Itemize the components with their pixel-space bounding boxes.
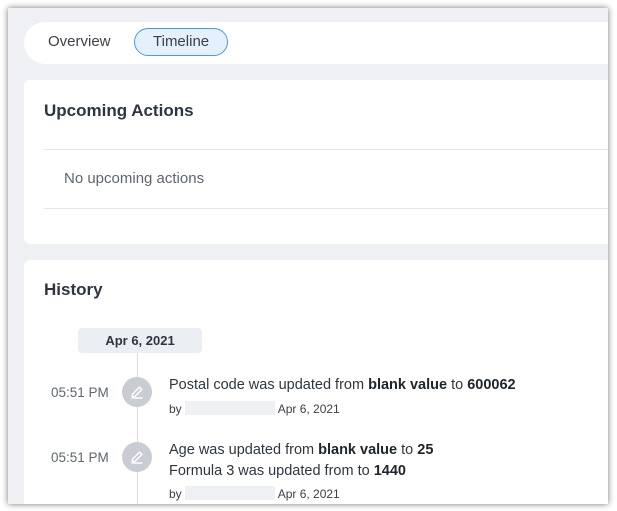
timeline-line — [137, 353, 138, 504]
entry-time: 05:51 PM — [51, 385, 109, 400]
app-frame: Overview Timeline Upcoming Actions No up… — [8, 8, 608, 504]
date-chip: Apr 6, 2021 — [78, 328, 202, 353]
entry-author: by Apr 6, 2021 — [169, 486, 340, 501]
redacted-user — [184, 486, 275, 500]
tab-timeline[interactable]: Timeline — [134, 28, 229, 56]
entry-time: 05:51 PM — [51, 450, 109, 465]
entry-change-text: Age was updated from blank value to 25 — [169, 442, 434, 458]
upcoming-actions-title: Upcoming Actions — [44, 101, 194, 120]
entry-change-text: Postal code was updated from blank value… — [169, 377, 516, 393]
divider — [44, 208, 608, 209]
history-card: History Apr 6, 2021 05:51 PM Postal code… — [24, 260, 608, 504]
pencil-icon — [122, 442, 152, 472]
entry-change-text: Formula 3 was updated from to 1440 — [169, 463, 406, 479]
empty-state-text: No upcoming actions — [64, 170, 205, 187]
history-title: History — [44, 280, 103, 299]
divider — [44, 149, 608, 150]
redacted-user — [184, 401, 275, 415]
upcoming-actions-card: Upcoming Actions No upcoming actions — [24, 80, 608, 244]
view-tabs: Overview Timeline — [24, 22, 608, 64]
pencil-icon — [122, 377, 152, 407]
tab-overview[interactable]: Overview — [30, 28, 129, 56]
entry-author: by Apr 6, 2021 — [169, 401, 340, 416]
